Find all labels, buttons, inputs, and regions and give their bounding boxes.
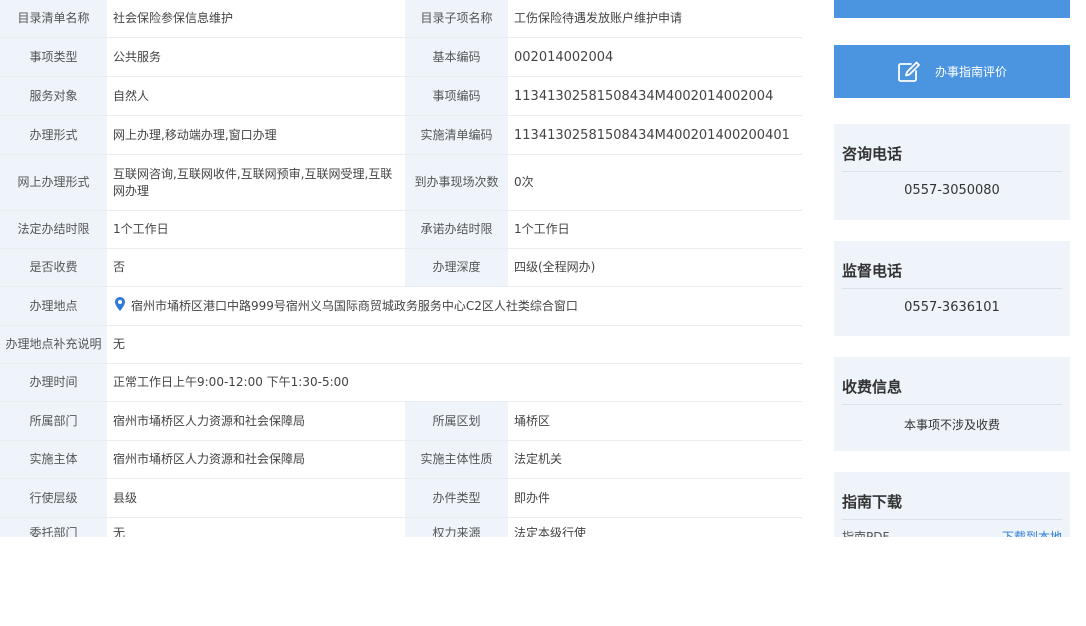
guide-evaluation-label: 办事指南评价 xyxy=(934,65,1007,79)
field-value: 11341302581508434M400201400200401 xyxy=(508,115,802,155)
field-value: 法定本级行使 xyxy=(508,517,802,537)
field-label: 办理深度 xyxy=(405,248,508,287)
table-row: 事项类型 公共服务 基本编码 002014002004 xyxy=(0,37,802,77)
fee-info-panel: 收费信息 本事项不涉及收费 xyxy=(834,357,1070,451)
field-label: 法定办结时限 xyxy=(0,210,107,249)
field-value: 法定机关 xyxy=(508,440,802,479)
field-label: 委托部门 xyxy=(0,517,107,537)
field-label: 办件类型 xyxy=(405,478,508,518)
consult-phone-title: 咨询电话 xyxy=(842,124,1062,172)
field-value: 无 xyxy=(107,325,802,364)
table-row: 法定办结时限 1个工作日 承诺办结时限 1个工作日 xyxy=(0,210,802,249)
table-row: 网上办理形式 互联网咨询,互联网收件,互联网预审,互联网受理,互联网办理 到办事… xyxy=(0,154,802,211)
guide-download-row: 指南PDF 下载到本地 xyxy=(842,520,1062,537)
field-label: 事项类型 xyxy=(0,37,107,77)
table-row: 行使层级 县级 办件类型 即办件 xyxy=(0,478,802,518)
table-row: 办理时间 正常工作日上午9:00-12:00 下午1:30-5:00 xyxy=(0,363,802,402)
field-label: 网上办理形式 xyxy=(0,154,107,211)
consult-phone-panel: 咨询电话 0557-3050080 xyxy=(834,124,1070,220)
edit-icon xyxy=(897,61,921,83)
field-value: 网上办理,移动端办理,窗口办理 xyxy=(107,115,405,155)
table-row: 办理形式 网上办理,移动端办理,窗口办理 实施清单编码 113413025815… xyxy=(0,115,802,155)
table-row: 实施主体 宿州市埇桥区人力资源和社会保障局 实施主体性质 法定机关 xyxy=(0,440,802,479)
fee-info-text: 本事项不涉及收费 xyxy=(903,418,1000,432)
consult-phone-number: 0557-3050080 xyxy=(904,183,1000,198)
table-row: 所属部门 宿州市埇桥区人力资源和社会保障局 所属区划 埇桥区 xyxy=(0,401,802,441)
field-label: 是否收费 xyxy=(0,248,107,287)
field-label: 目录子项名称 xyxy=(405,0,508,38)
field-value: 社会保险参保信息维护 xyxy=(107,0,405,38)
item-info-panel: 目录清单名称 社会保险参保信息维护 目录子项名称 工伤保险待遇发放账户维护申请 … xyxy=(0,0,802,537)
field-value: 002014002004 xyxy=(508,37,802,77)
item-info-table: 目录清单名称 社会保险参保信息维护 目录子项名称 工伤保险待遇发放账户维护申请 … xyxy=(0,0,802,537)
field-label: 基本编码 xyxy=(405,37,508,77)
field-label: 办理地点补充说明 xyxy=(0,325,107,364)
table-row: 办理地点补充说明 无 xyxy=(0,325,802,364)
field-label: 承诺办结时限 xyxy=(405,210,508,249)
field-label: 所属部门 xyxy=(0,401,107,441)
field-value: 11341302581508434M4002014002004 xyxy=(508,76,802,116)
table-row: 办理地点 宿州市埇桥区港口中路999号宿州义乌国际商贸城政务服务中心C2区人社类… xyxy=(0,286,802,326)
guide-evaluation-button[interactable]: 办事指南评价 xyxy=(834,45,1070,98)
field-value: 0次 xyxy=(508,154,802,211)
field-value: 互联网咨询,互联网收件,互联网预审,互联网受理,互联网办理 xyxy=(107,154,405,211)
field-label: 办理形式 xyxy=(0,115,107,155)
table-row: 服务对象 自然人 事项编码 11341302581508434M40020140… xyxy=(0,76,802,116)
supervise-phone-title: 监督电话 xyxy=(842,241,1062,289)
field-label: 办理地点 xyxy=(0,286,107,326)
field-label: 办理时间 xyxy=(0,363,107,402)
sidebar: 办事指南评价 咨询电话 0557-3050080 监督电话 0557-36361… xyxy=(834,0,1070,537)
download-link[interactable]: 下载到本地 xyxy=(1002,528,1062,537)
guide-pdf-label: 指南PDF xyxy=(842,530,890,537)
field-value: 县级 xyxy=(107,478,405,518)
field-label: 服务对象 xyxy=(0,76,107,116)
location-text: 宿州市埇桥区港口中路999号宿州义乌国际商贸城政务服务中心C2区人社类综合窗口 xyxy=(131,298,578,313)
field-value: 宿州市埇桥区人力资源和社会保障局 xyxy=(107,440,405,479)
table-row: 目录清单名称 社会保险参保信息维护 目录子项名称 工伤保险待遇发放账户维护申请 xyxy=(0,0,802,38)
field-label: 事项编码 xyxy=(405,76,508,116)
field-value: 自然人 xyxy=(107,76,405,116)
fee-info-title: 收费信息 xyxy=(842,357,1062,405)
field-label: 实施主体 xyxy=(0,440,107,479)
supervise-phone-panel: 监督电话 0557-3636101 xyxy=(834,241,1070,336)
field-label: 到办事现场次数 xyxy=(405,154,508,211)
supervise-phone-number: 0557-3636101 xyxy=(904,300,1000,315)
field-value: 1个工作日 xyxy=(508,210,802,249)
table-row: 是否收费 否 办理深度 四级(全程网办) xyxy=(0,248,802,287)
field-value: 四级(全程网办) xyxy=(508,248,802,287)
field-value: 1个工作日 xyxy=(107,210,405,249)
field-label: 行使层级 xyxy=(0,478,107,518)
location-pin-icon xyxy=(115,296,125,316)
field-value: 正常工作日上午9:00-12:00 下午1:30-5:00 xyxy=(107,363,802,402)
field-value: 工伤保险待遇发放账户维护申请 xyxy=(508,0,802,38)
guide-download-panel: 指南下载 指南PDF 下载到本地 xyxy=(834,472,1070,537)
field-value: 即办件 xyxy=(508,478,802,518)
field-label: 实施主体性质 xyxy=(405,440,508,479)
field-value: 公共服务 xyxy=(107,37,405,77)
field-label: 所属区划 xyxy=(405,401,508,441)
location-value: 宿州市埇桥区港口中路999号宿州义乌国际商贸城政务服务中心C2区人社类综合窗口 xyxy=(107,286,802,326)
table-row: 委托部门 无 权力来源 法定本级行使 xyxy=(0,517,802,537)
sidebar-top-bar xyxy=(834,0,1070,18)
field-value: 否 xyxy=(107,248,405,287)
guide-download-title: 指南下载 xyxy=(842,472,1062,520)
field-value: 宿州市埇桥区人力资源和社会保障局 xyxy=(107,401,405,441)
field-value: 埇桥区 xyxy=(508,401,802,441)
field-label: 目录清单名称 xyxy=(0,0,107,38)
field-label: 实施清单编码 xyxy=(405,115,508,155)
field-label: 权力来源 xyxy=(405,517,508,537)
field-value: 无 xyxy=(107,517,405,537)
